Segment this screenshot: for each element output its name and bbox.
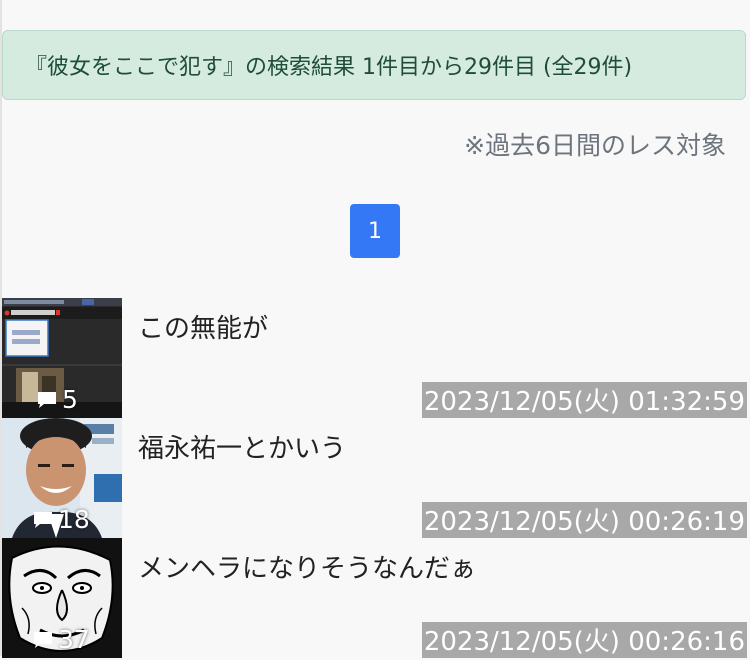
post-item[interactable]: 18 福永祐一とかいう 2023/12/05(火) 00:26:19 <box>0 418 750 538</box>
scope-note: ※過去6日間のレス対象 <box>464 131 726 160</box>
post-thumbnail[interactable]: 18 <box>2 418 122 538</box>
post-item[interactable]: 37 メンヘラになりそうなんだぁ 2023/12/05(火) 00:26:16 <box>0 538 750 658</box>
reply-count-value: 37 <box>58 625 90 654</box>
reply-count: 37 <box>32 625 90 654</box>
search-summary: 『彼女をここで犯す』の検索結果 1件目から29件目 (全29件) <box>25 55 633 80</box>
page: 『彼女をここで犯す』の検索結果 1件目から29件目 (全29件) ※過去6日間の… <box>0 0 750 658</box>
post-title[interactable]: この無能が <box>138 308 268 345</box>
reply-count-value: 5 <box>62 385 78 414</box>
speech-bubble-icon <box>34 511 52 528</box>
page-number: 1 <box>368 218 382 244</box>
post-datetime: 2023/12/05(火) 01:32:59 <box>421 382 747 418</box>
post-item[interactable]: 5 この無能が 2023/12/05(火) 01:32:59 <box>0 298 750 418</box>
page-button-1[interactable]: 1 <box>350 204 400 258</box>
reply-count: 18 <box>32 505 90 534</box>
speech-bubble-icon <box>38 391 56 408</box>
post-thumbnail[interactable]: 5 <box>2 298 122 418</box>
post-title[interactable]: 福永祐一とかいう <box>138 428 346 465</box>
reply-count-value: 18 <box>58 505 90 534</box>
reply-count: 5 <box>36 385 78 414</box>
post-thumbnail[interactable]: 37 <box>2 538 122 658</box>
search-result-banner: 『彼女をここで犯す』の検索結果 1件目から29件目 (全29件) <box>2 30 746 100</box>
speech-bubble-icon <box>34 631 52 648</box>
post-title[interactable]: メンヘラになりそうなんだぁ <box>138 548 476 585</box>
post-datetime: 2023/12/05(火) 00:26:16 <box>421 622 747 658</box>
post-datetime: 2023/12/05(火) 00:26:19 <box>421 502 747 538</box>
